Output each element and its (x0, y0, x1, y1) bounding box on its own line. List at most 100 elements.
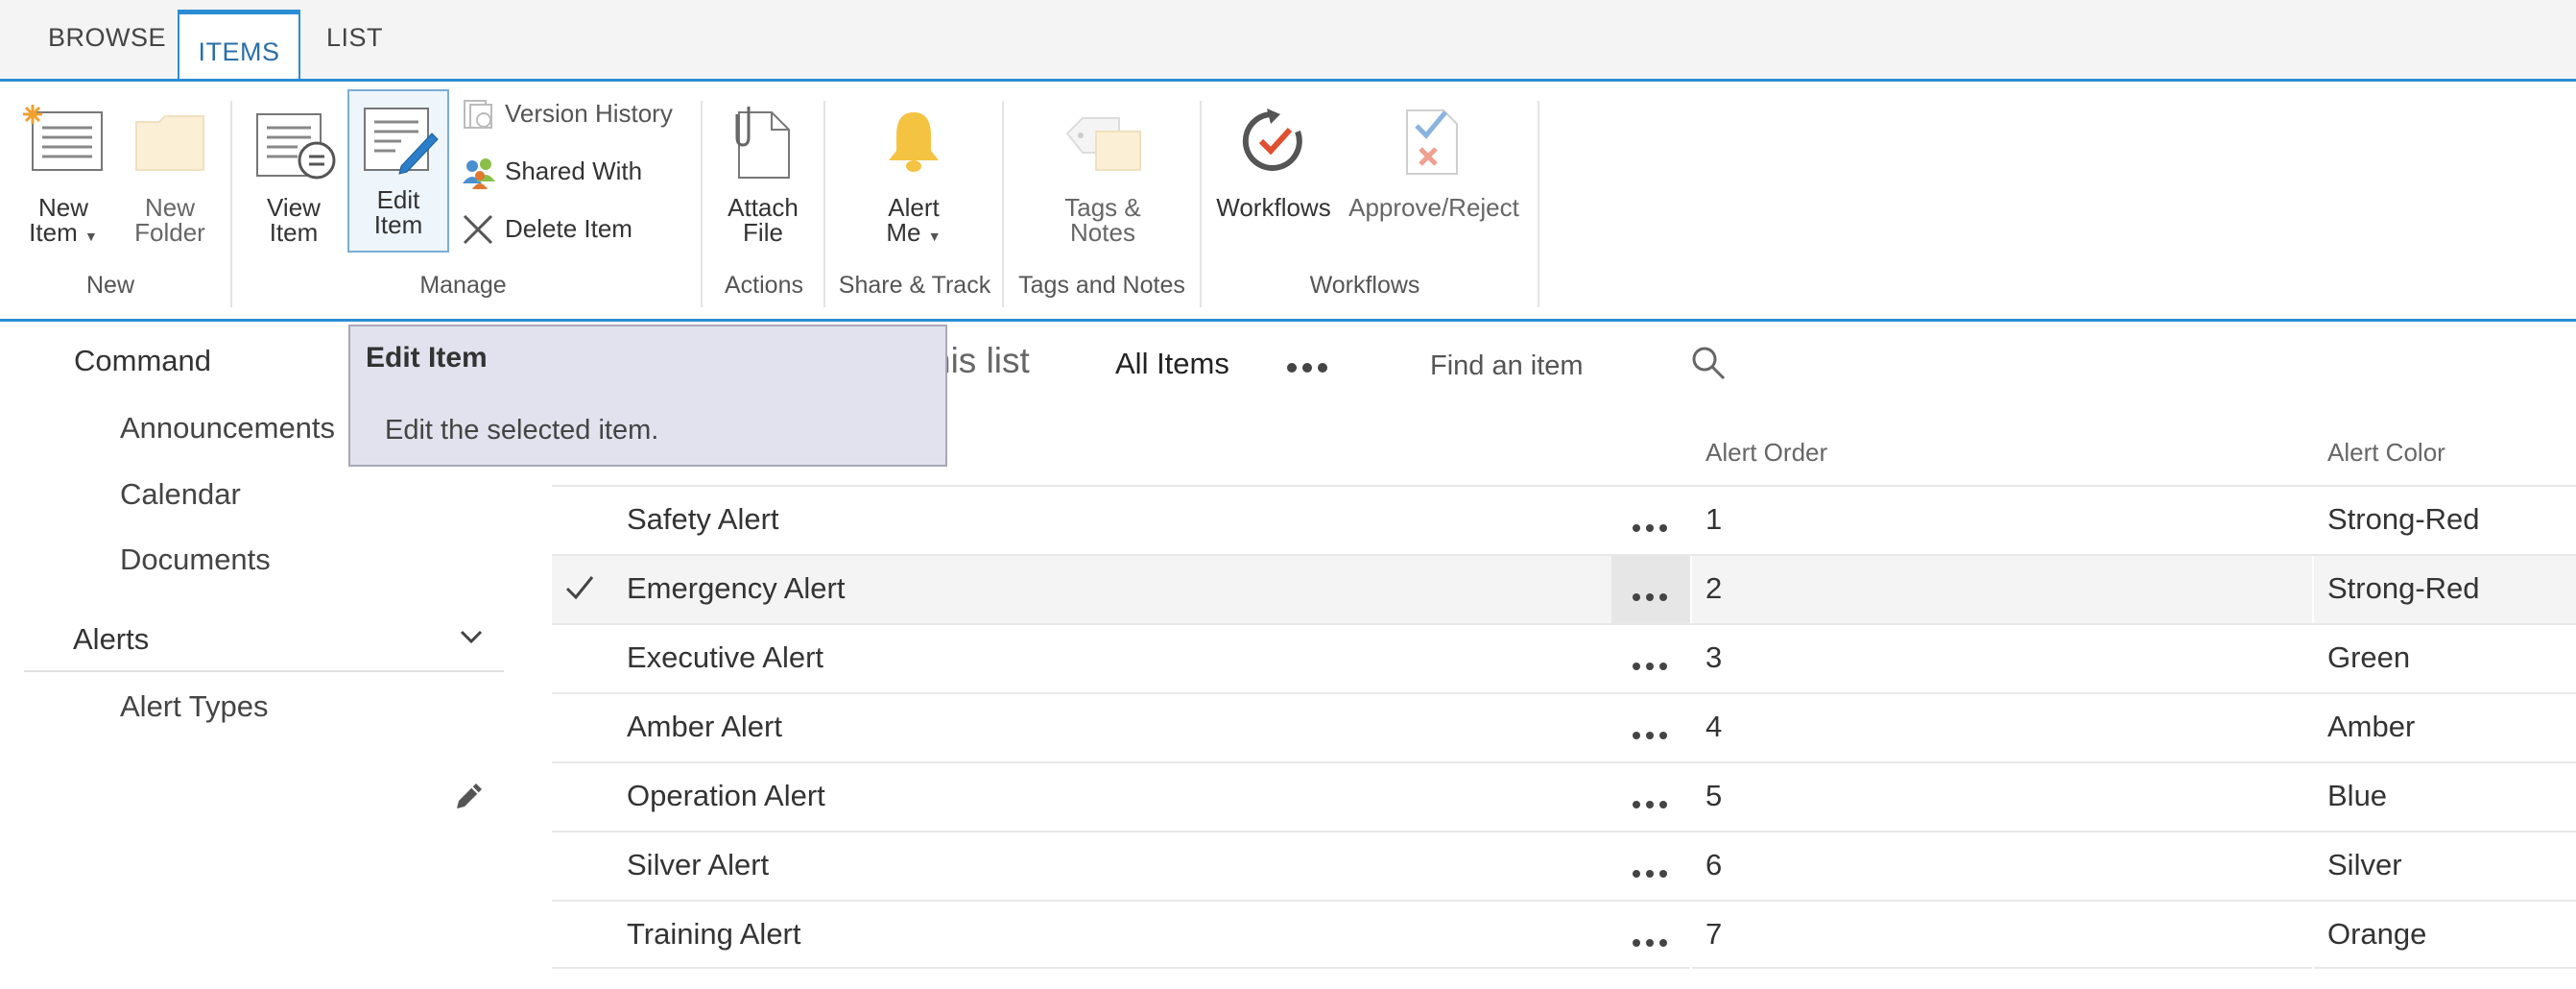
row-select[interactable] (552, 832, 611, 900)
row-title[interactable]: Silver Alert (627, 848, 769, 882)
search-input[interactable]: Find an item (1430, 350, 1584, 382)
nav-divider (24, 670, 504, 672)
row-alert-color: Green (2327, 640, 2411, 674)
chevron-down-icon[interactable] (459, 628, 484, 645)
folder-icon (135, 115, 204, 171)
row-more-button[interactable] (1611, 832, 1690, 900)
row-title[interactable]: Training Alert (627, 917, 801, 952)
edit-item-label-2: Item (373, 210, 423, 239)
nav-item-documents[interactable]: Documents (120, 543, 271, 577)
view-item-icon (256, 113, 336, 180)
more-icon (1633, 589, 1673, 606)
ribbon-tab-bar: BROWSE ITEMS LIST (0, 0, 2576, 82)
column-header-alert-color[interactable]: Alert Color (2327, 438, 2445, 468)
nav-item-calendar[interactable]: Calendar (120, 477, 241, 512)
view-more-menu[interactable] (1286, 361, 1328, 378)
alert-me-label-2: Me ▼ (886, 218, 942, 247)
cell-divider (1690, 763, 1692, 831)
view-item-label-2: Item (269, 218, 319, 247)
cell-divider (2312, 487, 2314, 554)
tab-items-label: ITEMS (198, 37, 280, 66)
tags-notes-button[interactable]: Tags & Notes (1052, 91, 1154, 254)
ribbon-separator (701, 101, 703, 307)
checkmark-icon (565, 576, 594, 600)
delete-item-button[interactable]: Delete Item (461, 206, 701, 249)
row-select[interactable] (552, 694, 611, 761)
row-select[interactable] (552, 902, 611, 969)
shared-with-button[interactable]: Shared With (461, 149, 701, 191)
new-item-button[interactable]: New Item ▼ (12, 91, 115, 254)
tag-icon (1065, 117, 1141, 171)
edit-item-button[interactable]: Edit Item (347, 89, 449, 253)
version-history-label: Version History (505, 99, 673, 128)
group-label-actions: Actions (725, 272, 803, 299)
row-select[interactable] (552, 487, 611, 554)
row-more-button[interactable] (1611, 763, 1690, 831)
nav-site-title[interactable]: Command (74, 344, 211, 378)
nav-item-announcements[interactable]: Announcements (120, 411, 335, 446)
table-row[interactable]: Silver Alert 6 Silver (552, 831, 2576, 900)
table-row[interactable]: Training Alert 7 Orange (552, 900, 2576, 969)
workflows-label: Workflows (1216, 193, 1331, 222)
tab-items[interactable]: ITEMS (178, 10, 300, 82)
more-icon (1633, 658, 1673, 675)
more-icon (1633, 934, 1673, 952)
nav-alerts-heading[interactable]: Alerts (73, 622, 149, 657)
cell-divider (2312, 625, 2314, 692)
attach-file-button[interactable]: Attach File (712, 91, 814, 254)
row-more-button[interactable] (1611, 694, 1690, 761)
approve-reject-label: Approve/Reject (1348, 193, 1519, 222)
row-more-button[interactable] (1611, 556, 1690, 623)
more-icon (1633, 727, 1673, 744)
column-header-alert-order[interactable]: Alert Order (1705, 438, 1827, 468)
tooltip-title: Edit Item (366, 342, 488, 374)
row-alert-order: 2 (1705, 571, 1723, 605)
version-history-button[interactable]: Version History (461, 91, 701, 133)
group-label-workflows: Workflows (1309, 272, 1420, 299)
view-selector-all-items[interactable]: All Items (1115, 347, 1229, 381)
chevron-down-icon: ▼ (83, 229, 98, 244)
row-select[interactable] (552, 556, 611, 623)
row-alert-color: Amber (2327, 710, 2416, 743)
approve-reject-button[interactable]: Approve/Reject (1342, 91, 1526, 254)
row-select[interactable] (552, 625, 611, 692)
table-row[interactable]: Executive Alert 3 Green (552, 623, 2576, 692)
ribbon-separator (1200, 101, 1202, 307)
group-label-manage: Manage (419, 272, 507, 299)
row-title[interactable]: Emergency Alert (627, 571, 845, 606)
edit-item-tooltip: Edit Item Edit the selected item. (348, 325, 947, 467)
ribbon: New Item ▼ New Folder New View Item Edit… (0, 82, 2576, 322)
alert-me-button[interactable]: Alert Me ▼ (864, 91, 964, 254)
nav-item-alert-types[interactable]: Alert Types (120, 689, 269, 724)
row-title[interactable]: Executive Alert (627, 640, 823, 675)
edit-item-icon (364, 108, 439, 175)
edit-links-icon[interactable] (453, 780, 486, 812)
tab-browse[interactable]: BROWSE (48, 23, 166, 53)
row-alert-order: 4 (1705, 710, 1723, 743)
table-row[interactable]: Operation Alert 5 Blue (552, 761, 2576, 831)
row-more-button[interactable] (1611, 625, 1690, 692)
more-icon (1633, 519, 1673, 537)
tab-list[interactable]: LIST (326, 23, 383, 53)
cell-divider (2312, 902, 2314, 969)
row-more-button[interactable] (1611, 487, 1690, 554)
group-label-share-track: Share & Track (838, 272, 991, 299)
new-folder-button[interactable]: New Folder (117, 91, 223, 254)
cell-divider (2312, 763, 2314, 831)
approve-reject-icon (1406, 109, 1458, 175)
more-icon (1633, 796, 1673, 813)
table-row[interactable]: Emergency Alert 2 Strong-Red (552, 554, 2576, 623)
workflows-button[interactable]: Workflows (1211, 91, 1336, 254)
row-select[interactable] (552, 763, 611, 831)
row-title[interactable]: Operation Alert (627, 779, 825, 813)
table-row[interactable]: Safety Alert 1 Strong-Red (552, 485, 2576, 554)
tags-notes-label-1: Tags & (1064, 193, 1141, 222)
row-alert-order: 1 (1705, 502, 1723, 536)
row-more-button[interactable] (1611, 902, 1690, 969)
row-alert-color: Strong-Red (2327, 571, 2480, 605)
view-item-button[interactable]: View Item (248, 91, 340, 254)
table-row[interactable]: Amber Alert 4 Amber (552, 692, 2576, 761)
search-icon[interactable] (1689, 344, 1728, 382)
row-title[interactable]: Amber Alert (627, 710, 782, 744)
row-title[interactable]: Safety Alert (627, 502, 779, 537)
